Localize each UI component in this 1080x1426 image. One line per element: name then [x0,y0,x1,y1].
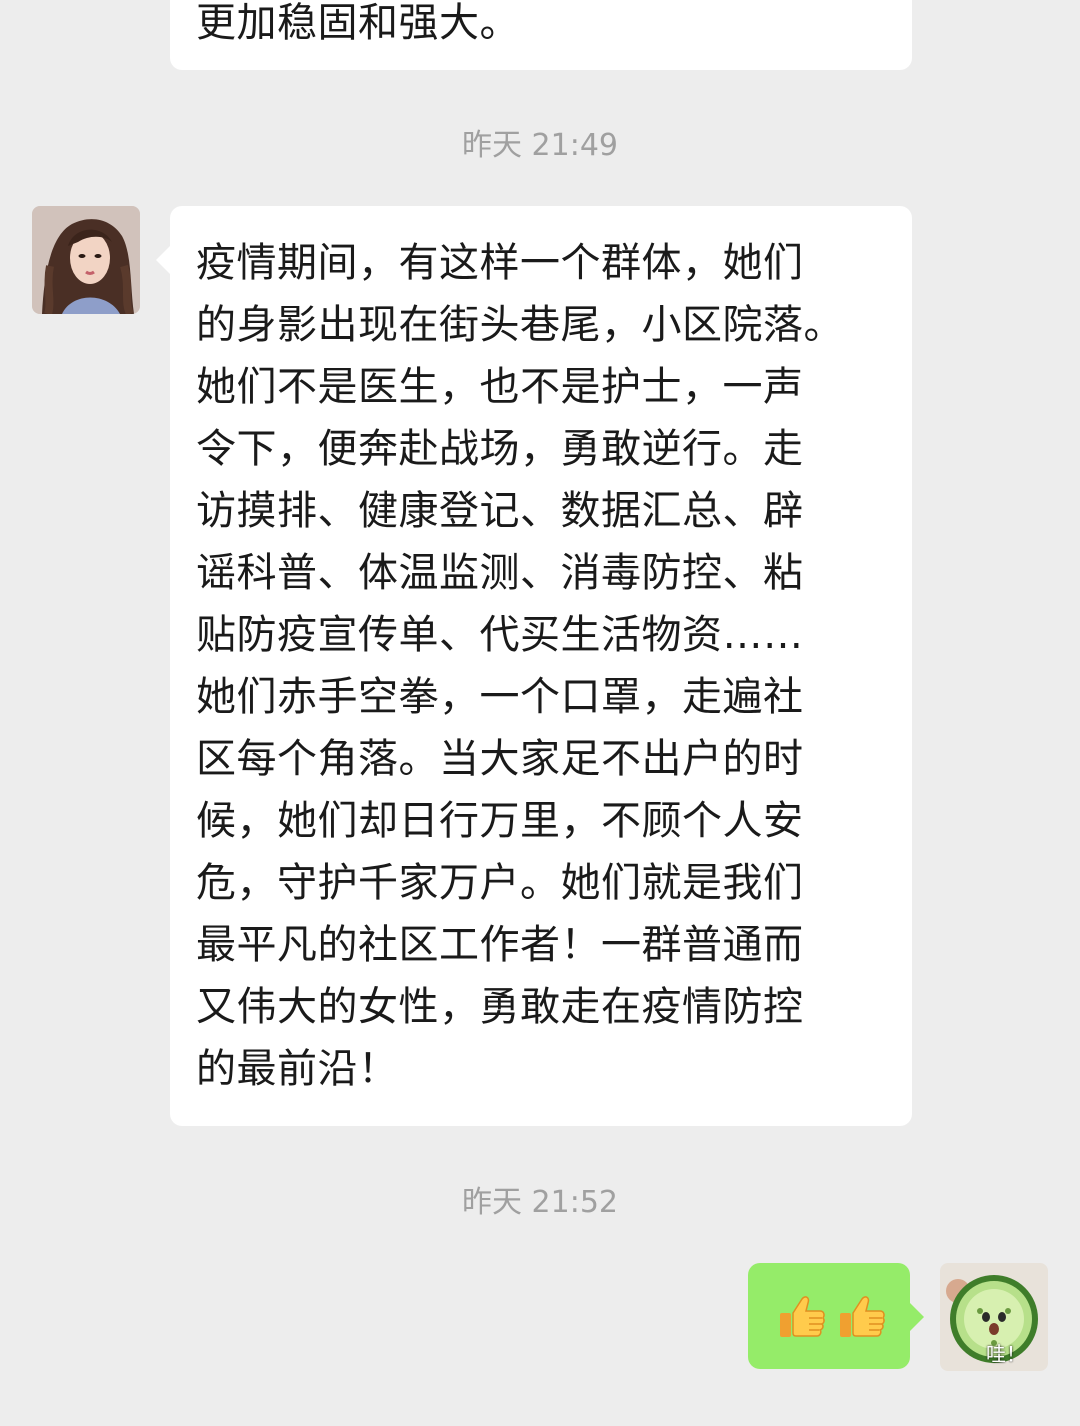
incoming-message-bubble[interactable]: 疫情期间，有这样一个群体，她们 的身影出现在街头巷尾，小区院落。 她们不是医生，… [156,206,912,1126]
previous-message-text: 更加稳固和强大。 [196,0,520,46]
previous-message-bubble[interactable]: 更加稳固和强大。 [170,0,912,70]
woman-portrait-icon [32,206,140,314]
self-avatar[interactable]: 哇！ [940,1263,1048,1371]
bubble-tail [156,246,170,274]
thumbs-up-icon [780,1296,825,1337]
timestamp: 昨天 21:52 [462,1185,618,1220]
outgoing-message-bubble[interactable] [748,1263,924,1369]
incoming-message-text: 疫情期间，有这样一个群体，她们 的身影出现在街头巷尾，小区院落。 她们不是医生，… [196,240,844,1092]
bubble-tail [910,1303,924,1331]
timestamp: 昨天 21:49 [462,128,618,163]
sender-avatar[interactable] [32,206,140,314]
sticker-caption: 哇！ [986,1342,1026,1366]
thumbs-up-icon [840,1296,885,1337]
